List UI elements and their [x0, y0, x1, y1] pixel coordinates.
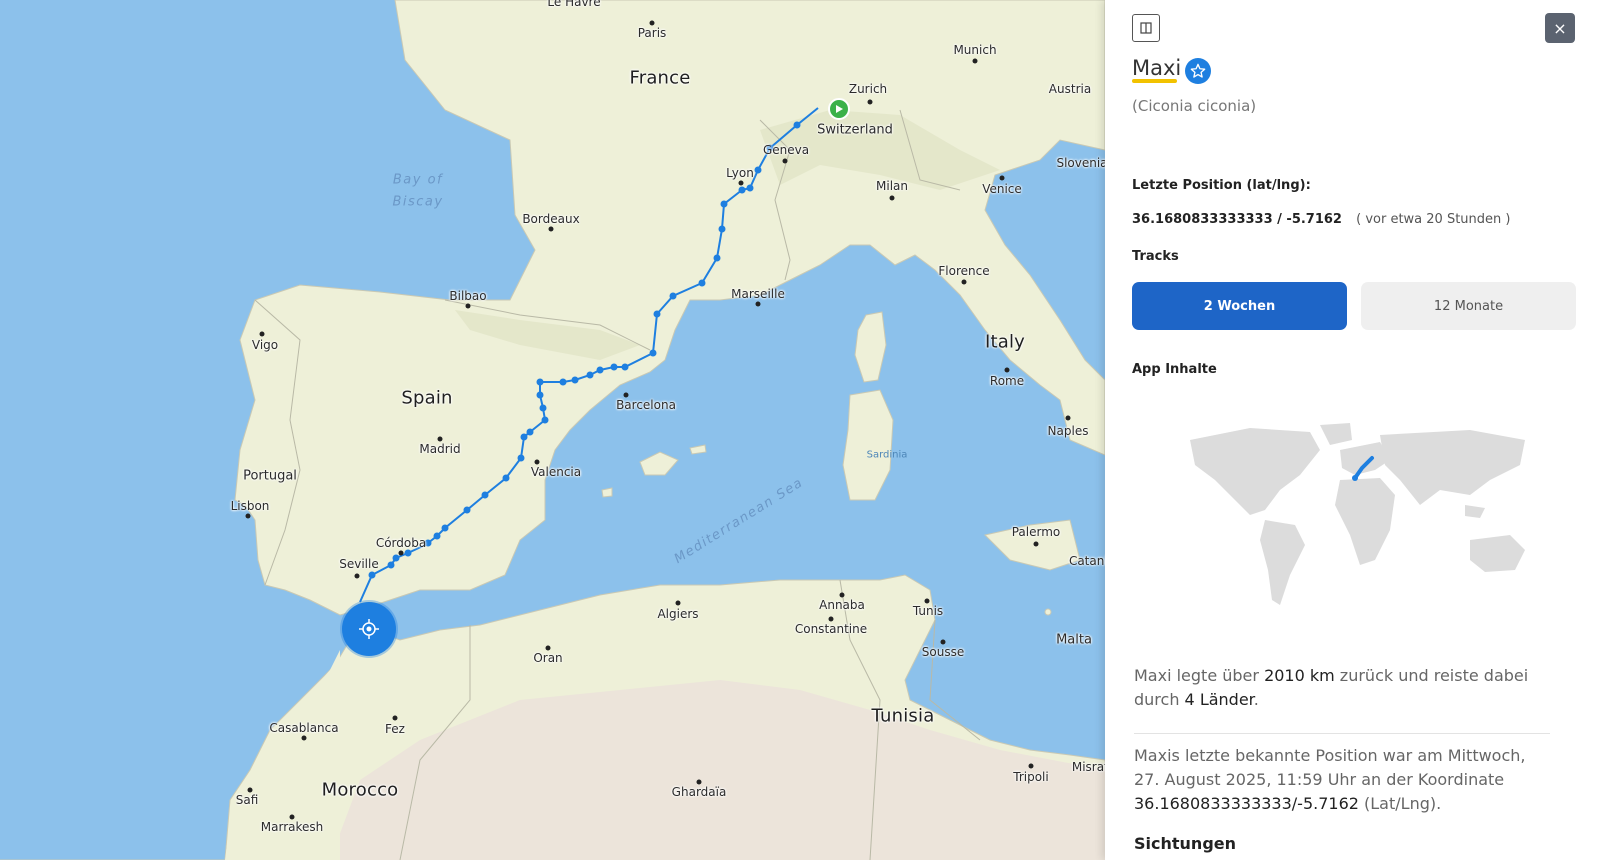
species-name: (Ciconia ciconia) [1132, 97, 1257, 115]
bird-detail-panel: × Maxi (Ciconia ciconia) Letzte Position… [1105, 0, 1603, 860]
city-label: Palermo [1011, 525, 1061, 539]
last-position-label: Letzte Position (lat/lng): [1132, 178, 1311, 193]
city-label: Madrid [419, 442, 461, 456]
country-label: Morocco [321, 779, 399, 801]
city-label: Munich [953, 43, 997, 57]
city-label: Venice [982, 182, 1022, 196]
travel-summary: Maxi legte über 2010 km zurück und reist… [1134, 664, 1554, 712]
city-label: Rome [989, 374, 1025, 388]
city-label: Lyon [726, 166, 754, 180]
city-label: Paris [637, 26, 667, 40]
city-label: Austria [1048, 82, 1092, 96]
land-malta [1044, 608, 1052, 616]
city-label: Le Havre [547, 0, 601, 9]
coordinates: 36.1680833333333 / -5.7162 [1132, 212, 1342, 227]
city-label: Sousse [921, 645, 965, 659]
sightings-heading: Sichtungen [1134, 834, 1237, 853]
city-label: Barcelona [616, 398, 676, 412]
city-label: Florence [938, 264, 990, 278]
city-label: Safi [235, 793, 259, 807]
summary-text: Maxi legte über [1134, 666, 1265, 685]
city-label: Zurich [848, 82, 888, 96]
city-label: Casablanca [269, 721, 339, 735]
time-ago: ( vor etwa 20 Stunden ) [1356, 212, 1511, 227]
city-label: Naples [1047, 424, 1089, 438]
last-known-suffix: (Lat/Lng). [1358, 794, 1442, 813]
countries-count: 4 Länder [1184, 690, 1254, 709]
play-icon [836, 105, 843, 113]
city-label: Lisbon [230, 499, 270, 513]
city-label: Valencia [530, 465, 582, 479]
land-europe [234, 0, 1105, 616]
city-label: Marseille [731, 287, 785, 301]
country-label: Switzerland [817, 122, 893, 138]
close-icon: × [1553, 18, 1567, 38]
country-label: Malta [1056, 632, 1092, 648]
water-label: Bay of [392, 172, 444, 188]
map-base [0, 0, 1105, 860]
city-label: Seville [339, 557, 379, 571]
name-highlight [1132, 79, 1177, 83]
app-content-label: App Inhalte [1132, 362, 1217, 377]
divider [1134, 733, 1550, 734]
summary-text: . [1253, 690, 1259, 709]
city-label: Tunis [912, 604, 944, 618]
city-label: Catania [1068, 554, 1105, 568]
city-label: Fez [385, 722, 405, 736]
land-ibiza [601, 487, 613, 498]
city-label: Tripoli [1013, 770, 1049, 784]
country-label: France [629, 67, 691, 89]
city-label: Algiers [657, 607, 699, 621]
city-label: Córdoba [375, 536, 427, 550]
city-label: Slovenia [1056, 156, 1105, 170]
land-menorca [689, 444, 707, 455]
city-label: Constantine [794, 622, 868, 636]
map-view[interactable]: France Switzerland Spain Portugal Italy … [0, 0, 1105, 860]
close-button[interactable]: × [1545, 13, 1575, 43]
city-label: Marrakesh [260, 820, 324, 834]
last-position-value: 36.1680833333333 / -5.7162 ( vor etwa 20… [1132, 212, 1510, 227]
last-known-coords: 36.1680833333333/-5.7162 [1134, 794, 1359, 813]
land-corsica [854, 311, 887, 383]
country-label: Spain [401, 387, 453, 409]
world-overview-map [1190, 423, 1525, 605]
city-label: Oran [533, 651, 563, 665]
city-label: Ghardaïa [671, 785, 727, 799]
city-label: Bordeaux [522, 212, 580, 226]
track-start-marker[interactable] [828, 98, 850, 120]
panel-toggle-button[interactable] [1132, 14, 1160, 42]
last-known-position-text: Maxis letzte bekannte Position war am Mi… [1134, 744, 1554, 816]
island-label: Sardinia [866, 449, 908, 461]
city-label: Vigo [251, 338, 279, 352]
location-target-icon [359, 619, 379, 639]
city-label: Misrata [1071, 760, 1105, 774]
land-mallorca [639, 451, 679, 476]
water-label: Biscay [392, 194, 444, 210]
country-label: Italy [984, 331, 1026, 353]
distance-value: 2010 km [1264, 666, 1335, 685]
country-label: Tunisia [871, 705, 935, 727]
city-label: Annaba [819, 598, 865, 612]
sidebar-icon [1140, 22, 1152, 34]
city-label: Milan [876, 179, 908, 193]
last-known-text: Maxis letzte bekannte Position war am Mi… [1134, 746, 1526, 789]
city-label: Bilbao [449, 289, 487, 303]
country-label: Portugal [243, 468, 297, 484]
track-12-months-button[interactable]: 12 Monate [1361, 282, 1576, 330]
favorite-star-button[interactable] [1185, 58, 1211, 84]
current-position-marker[interactable] [342, 602, 396, 656]
star-icon [1190, 63, 1206, 78]
track-2-weeks-button[interactable]: 2 Wochen [1132, 282, 1347, 330]
bird-name: Maxi [1132, 56, 1182, 80]
city-label: Geneva [762, 143, 810, 157]
tracks-label: Tracks [1132, 249, 1179, 264]
land-sardinia [842, 389, 894, 501]
